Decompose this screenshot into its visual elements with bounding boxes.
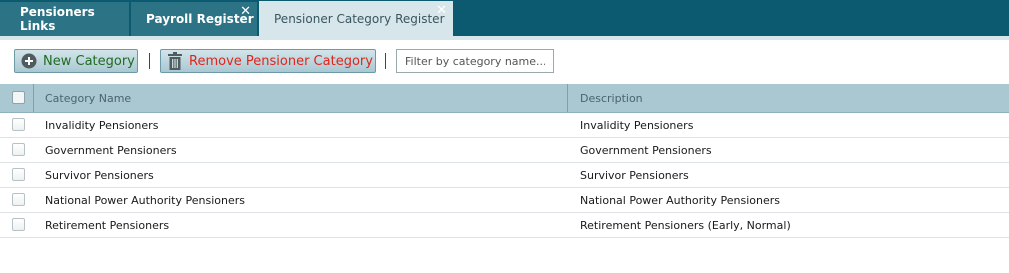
plus-circle-icon <box>21 53 37 69</box>
close-icon[interactable]: ✕ <box>436 4 447 17</box>
new-category-label: New Category <box>43 53 135 69</box>
toolbar-separator <box>385 53 386 69</box>
column-divider <box>567 84 568 112</box>
tab-label: Pensioner Category Register <box>274 11 445 26</box>
tab-pensioner-category-register[interactable]: Pensioner Category Register ✕ <box>259 1 454 36</box>
tab-label: Payroll Register <box>146 12 254 26</box>
table-row[interactable]: National Power Authority Pensioners Nati… <box>0 188 1009 213</box>
tab-bar: Pensioners Links Payroll Register ✕ Pens… <box>0 0 1009 36</box>
category-name-cell: Government Pensioners <box>45 143 177 157</box>
column-header-category-name[interactable]: Category Name <box>45 84 131 112</box>
category-filter-input[interactable] <box>396 49 554 73</box>
toolbar: New Category Remove Pensioner Category <box>0 40 1009 82</box>
row-checkbox[interactable] <box>12 118 25 131</box>
select-all-checkbox[interactable] <box>12 91 25 104</box>
table-row[interactable]: Survivor Pensioners Survivor Pensioners <box>0 163 1009 188</box>
row-checkbox[interactable] <box>12 168 25 181</box>
grid-header: Category Name Description <box>0 84 1009 113</box>
category-name-cell: Survivor Pensioners <box>45 168 154 182</box>
description-cell: Government Pensioners <box>580 143 712 157</box>
remove-category-label: Remove Pensioner Category <box>189 53 373 69</box>
row-checkbox[interactable] <box>12 218 25 231</box>
tab-pensioners-links[interactable]: Pensioners Links <box>0 2 130 36</box>
category-name-cell: Retirement Pensioners <box>45 218 170 232</box>
tab-label: Pensioners Links <box>20 5 95 33</box>
new-category-button[interactable]: New Category <box>14 49 138 73</box>
trash-icon <box>167 52 183 70</box>
description-cell: Survivor Pensioners <box>580 168 689 182</box>
toolbar-separator <box>149 53 150 69</box>
remove-category-button[interactable]: Remove Pensioner Category <box>160 49 376 73</box>
category-grid: Category Name Description Invalidity Pen… <box>0 84 1009 238</box>
table-row[interactable]: Government Pensioners Government Pension… <box>0 138 1009 163</box>
description-cell: Invalidity Pensioners <box>580 118 694 132</box>
row-checkbox[interactable] <box>12 193 25 206</box>
category-name-cell: National Power Authority Pensioners <box>45 193 245 207</box>
description-cell: Retirement Pensioners (Early, Normal) <box>580 218 791 232</box>
tab-payroll-register[interactable]: Payroll Register ✕ <box>131 2 258 36</box>
row-checkbox[interactable] <box>12 143 25 156</box>
table-row[interactable]: Invalidity Pensioners Invalidity Pension… <box>0 113 1009 138</box>
column-header-description[interactable]: Description <box>580 84 643 112</box>
close-icon[interactable]: ✕ <box>240 5 251 18</box>
column-divider <box>33 84 34 112</box>
category-name-cell: Invalidity Pensioners <box>45 118 159 132</box>
description-cell: National Power Authority Pensioners <box>580 193 780 207</box>
table-row[interactable]: Retirement Pensioners Retirement Pension… <box>0 213 1009 238</box>
